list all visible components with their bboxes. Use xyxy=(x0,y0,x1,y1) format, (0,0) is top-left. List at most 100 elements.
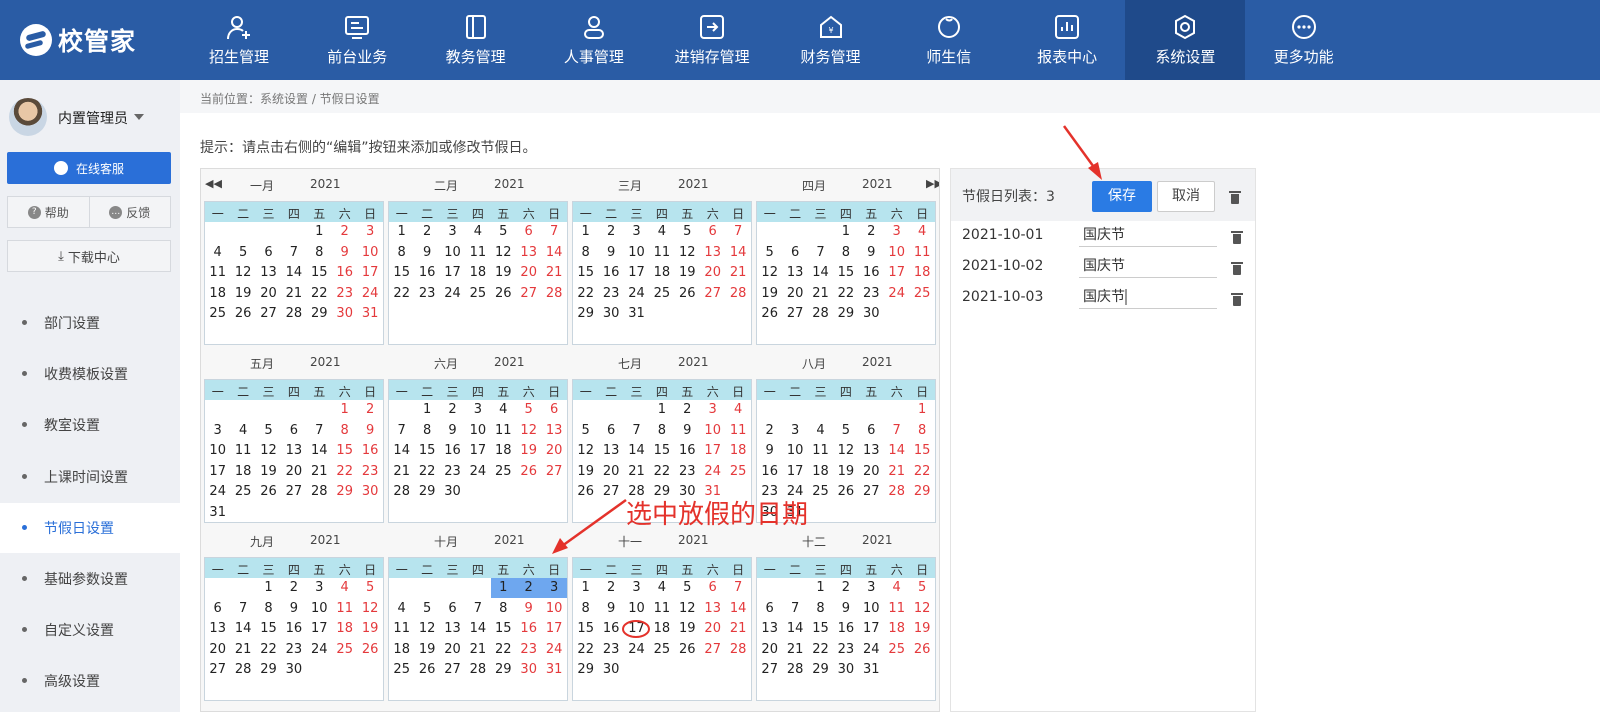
calendar-day[interactable]: 2 xyxy=(598,222,623,242)
calendar-day[interactable]: 24 xyxy=(357,284,382,304)
calendar-day[interactable]: 29 xyxy=(573,304,598,324)
calendar-day[interactable]: 9 xyxy=(859,243,884,263)
calendar-day[interactable]: 15 xyxy=(332,441,357,461)
calendar-day[interactable]: 11 xyxy=(230,441,255,461)
calendar-day[interactable]: 19 xyxy=(256,462,281,482)
calendar-day[interactable]: 20 xyxy=(440,640,465,660)
calendar-day[interactable]: 16 xyxy=(281,619,306,639)
calendar-day[interactable]: 17 xyxy=(700,441,725,461)
calendar-day[interactable]: 30 xyxy=(516,660,541,680)
calendar-day[interactable]: 16 xyxy=(598,263,623,283)
calendar-day[interactable]: 21 xyxy=(782,640,807,660)
calendar-day[interactable]: 10 xyxy=(624,243,649,263)
calendar-day[interactable]: 15 xyxy=(649,441,674,461)
calendar-day[interactable]: 26 xyxy=(491,284,516,304)
calendar-day[interactable]: 4 xyxy=(909,222,934,242)
calendar-day[interactable]: 1 xyxy=(490,578,516,598)
calendar-day[interactable]: 10 xyxy=(884,243,909,263)
calendar-day[interactable]: 21 xyxy=(281,284,306,304)
calendar-day[interactable]: 21 xyxy=(541,263,566,283)
sidebar-menu-item[interactable]: 高级设置 xyxy=(0,656,180,706)
calendar-day[interactable]: 29 xyxy=(332,482,357,502)
nav-tab-5[interactable]: 进销存管理 xyxy=(652,0,772,80)
feedback-button[interactable]: … 反馈 xyxy=(88,197,171,227)
calendar-day[interactable]: 25 xyxy=(725,462,750,482)
calendar-day[interactable]: 9 xyxy=(598,243,623,263)
calendar-day[interactable]: 26 xyxy=(675,284,700,304)
calendar-day[interactable]: 13 xyxy=(700,243,725,263)
calendar-day[interactable]: 26 xyxy=(909,640,934,660)
calendar-day[interactable]: 16 xyxy=(516,619,541,639)
calendar-day[interactable]: 23 xyxy=(357,462,382,482)
calendar-day[interactable]: 7 xyxy=(808,243,833,263)
calendar-day[interactable]: 11 xyxy=(389,619,414,639)
calendar-day[interactable]: 9 xyxy=(281,599,306,619)
calendar-day[interactable]: 23 xyxy=(859,284,884,304)
sidebar-menu-item[interactable]: 上课时间设置 xyxy=(0,452,180,502)
calendar-day[interactable]: 13 xyxy=(700,599,725,619)
calendar-day[interactable]: 10 xyxy=(624,599,649,619)
sidebar-menu-item[interactable]: 自定义设置 xyxy=(0,605,180,655)
calendar-day[interactable]: 27 xyxy=(757,660,782,680)
calendar-day[interactable]: 5 xyxy=(833,421,858,441)
calendar-day[interactable]: 28 xyxy=(281,304,306,324)
sidebar-menu-item[interactable]: 节假日设置 xyxy=(0,502,180,553)
calendar-day[interactable]: 1 xyxy=(909,400,934,420)
calendar-day[interactable]: 20 xyxy=(516,263,541,283)
calendar-day[interactable]: 18 xyxy=(465,263,490,283)
calendar-day[interactable]: 11 xyxy=(808,441,833,461)
calendar-day[interactable]: 1 xyxy=(389,222,414,242)
calendar-day[interactable]: 13 xyxy=(281,441,306,461)
calendar-day[interactable]: 30 xyxy=(859,304,884,324)
calendar-day[interactable]: 25 xyxy=(389,660,414,680)
calendar-day[interactable]: 3 xyxy=(357,222,382,242)
calendar-day[interactable]: 27 xyxy=(440,660,465,680)
calendar-day[interactable]: 22 xyxy=(573,640,598,660)
nav-tab-9[interactable]: 系统设置 xyxy=(1125,0,1246,80)
calendar-day[interactable]: 10 xyxy=(700,421,725,441)
calendar-day[interactable]: 1 xyxy=(256,578,281,598)
calendar-day[interactable]: 19 xyxy=(414,640,439,660)
calendar-day[interactable]: 24 xyxy=(624,640,649,660)
calendar-day[interactable]: 9 xyxy=(357,421,382,441)
calendar-day[interactable]: 10 xyxy=(782,441,807,461)
calendar-day[interactable]: 15 xyxy=(573,263,598,283)
calendar-day[interactable]: 28 xyxy=(541,284,566,304)
calendar-day[interactable]: 20 xyxy=(782,284,807,304)
calendar-day[interactable]: 12 xyxy=(516,421,541,441)
calendar-day[interactable]: 7 xyxy=(725,578,750,598)
calendar-day[interactable]: 2 xyxy=(516,578,542,598)
calendar-day[interactable]: 24 xyxy=(541,640,566,660)
calendar-day[interactable]: 2 xyxy=(833,578,858,598)
calendar-day[interactable]: 28 xyxy=(725,640,750,660)
calendar-day[interactable]: 29 xyxy=(573,660,598,680)
calendar-day[interactable]: 17 xyxy=(541,619,566,639)
calendar-day[interactable]: 8 xyxy=(833,243,858,263)
calendar-day[interactable]: 24 xyxy=(624,284,649,304)
calendar-day[interactable]: 11 xyxy=(649,243,674,263)
calendar-day[interactable]: 1 xyxy=(808,578,833,598)
download-center-button[interactable]: ⤓ 下载中心 xyxy=(7,240,171,272)
calendar-day[interactable]: 16 xyxy=(675,441,700,461)
calendar-day[interactable]: 8 xyxy=(649,421,674,441)
calendar-day[interactable]: 19 xyxy=(675,619,700,639)
calendar-day[interactable]: 27 xyxy=(281,482,306,502)
calendar-day[interactable]: 3 xyxy=(440,222,465,242)
calendar-day[interactable]: 14 xyxy=(808,263,833,283)
calendar-day[interactable]: 22 xyxy=(808,640,833,660)
calendar-day[interactable]: 4 xyxy=(808,421,833,441)
calendar-day[interactable]: 14 xyxy=(541,243,566,263)
calendar-day[interactable]: 8 xyxy=(909,421,934,441)
calendar-day[interactable]: 4 xyxy=(884,578,909,598)
calendar-day[interactable]: 15 xyxy=(414,441,439,461)
calendar-day[interactable]: 2 xyxy=(281,578,306,598)
cancel-button[interactable]: 取消 xyxy=(1157,181,1215,212)
calendar-day[interactable]: 13 xyxy=(256,263,281,283)
calendar-day[interactable]: 9 xyxy=(440,421,465,441)
calendar-day[interactable]: 17 xyxy=(465,441,490,461)
calendar-day[interactable]: 2 xyxy=(357,400,382,420)
calendar-day[interactable]: 9 xyxy=(833,599,858,619)
calendar-day[interactable]: 17 xyxy=(307,619,332,639)
calendar-day[interactable]: 18 xyxy=(649,619,674,639)
calendar-day[interactable]: 29 xyxy=(307,304,332,324)
